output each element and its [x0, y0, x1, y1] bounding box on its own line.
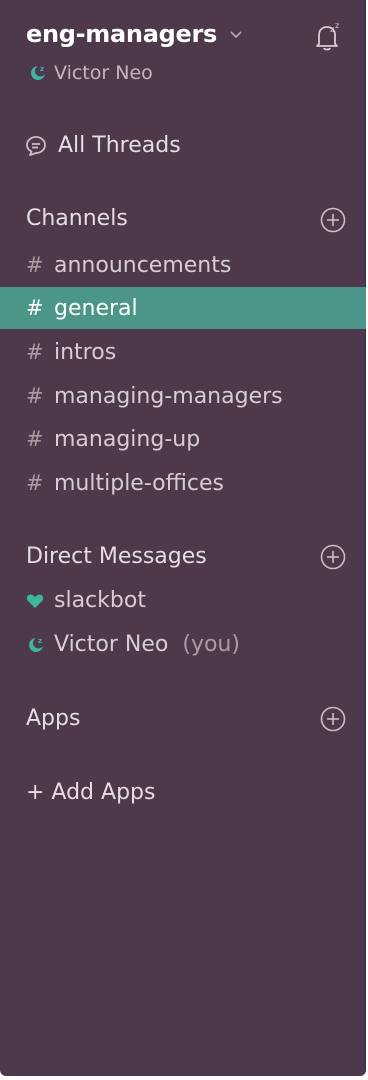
hash-icon: #: [26, 340, 44, 364]
channel-intros[interactable]: # intros: [0, 331, 366, 373]
channel-name: multiple-offices: [54, 470, 225, 496]
sidebar: eng-managers z z z Victor Neo All Thread…: [0, 0, 366, 1076]
plus-circle-icon[interactable]: [320, 207, 346, 233]
hash-icon: #: [26, 427, 44, 451]
moon-zz-icon: z: [29, 637, 43, 652]
channel-name: announcements: [54, 252, 232, 278]
svg-text:z: z: [40, 65, 44, 73]
channel-managing-up[interactable]: # managing-up: [0, 418, 366, 460]
current-user[interactable]: z Victor Neo: [28, 62, 153, 84]
channel-name: managing-up: [54, 426, 201, 452]
apps-header[interactable]: Apps: [26, 706, 80, 731]
dm-name: slackbot: [54, 588, 146, 613]
hash-icon: #: [26, 384, 44, 408]
channel-managing-managers[interactable]: # managing-managers: [0, 375, 366, 417]
user-name: Victor Neo: [54, 62, 153, 84]
all-threads-label: All Threads: [58, 133, 181, 158]
threads-icon: [26, 135, 46, 156]
dm-you-suffix: (you): [182, 632, 240, 657]
heart-icon: [26, 594, 44, 608]
plus-circle-icon[interactable]: [320, 706, 346, 732]
chevron-down-icon[interactable]: [230, 30, 242, 40]
channel-name: general: [54, 295, 138, 321]
add-apps-link[interactable]: + Add Apps: [26, 780, 155, 805]
channel-general[interactable]: # general: [0, 287, 366, 329]
svg-text:z: z: [335, 21, 339, 30]
svg-text:z: z: [38, 637, 42, 645]
hash-icon: #: [26, 296, 44, 320]
channel-multiple-offices[interactable]: # multiple-offices: [0, 462, 366, 504]
channel-announcements[interactable]: # announcements: [0, 244, 366, 286]
dm-name: Victor Neo: [54, 632, 169, 657]
dm-victor-neo[interactable]: z Victor Neo (you): [26, 632, 240, 657]
channel-name: managing-managers: [54, 383, 283, 409]
svg-text:z: z: [330, 25, 334, 34]
plus-circle-icon[interactable]: [320, 544, 346, 570]
all-threads-link[interactable]: All Threads: [24, 133, 181, 158]
moon-zz-icon: z: [31, 65, 45, 80]
direct-messages-header[interactable]: Direct Messages: [26, 544, 207, 569]
hash-icon: #: [26, 253, 44, 277]
channel-name: intros: [54, 339, 117, 365]
team-name[interactable]: eng-managers: [26, 20, 217, 48]
channels-header[interactable]: Channels: [26, 206, 128, 231]
bell-snooze-icon[interactable]: z z: [310, 20, 344, 54]
dm-slackbot[interactable]: slackbot: [26, 588, 146, 613]
hash-icon: #: [26, 471, 44, 495]
